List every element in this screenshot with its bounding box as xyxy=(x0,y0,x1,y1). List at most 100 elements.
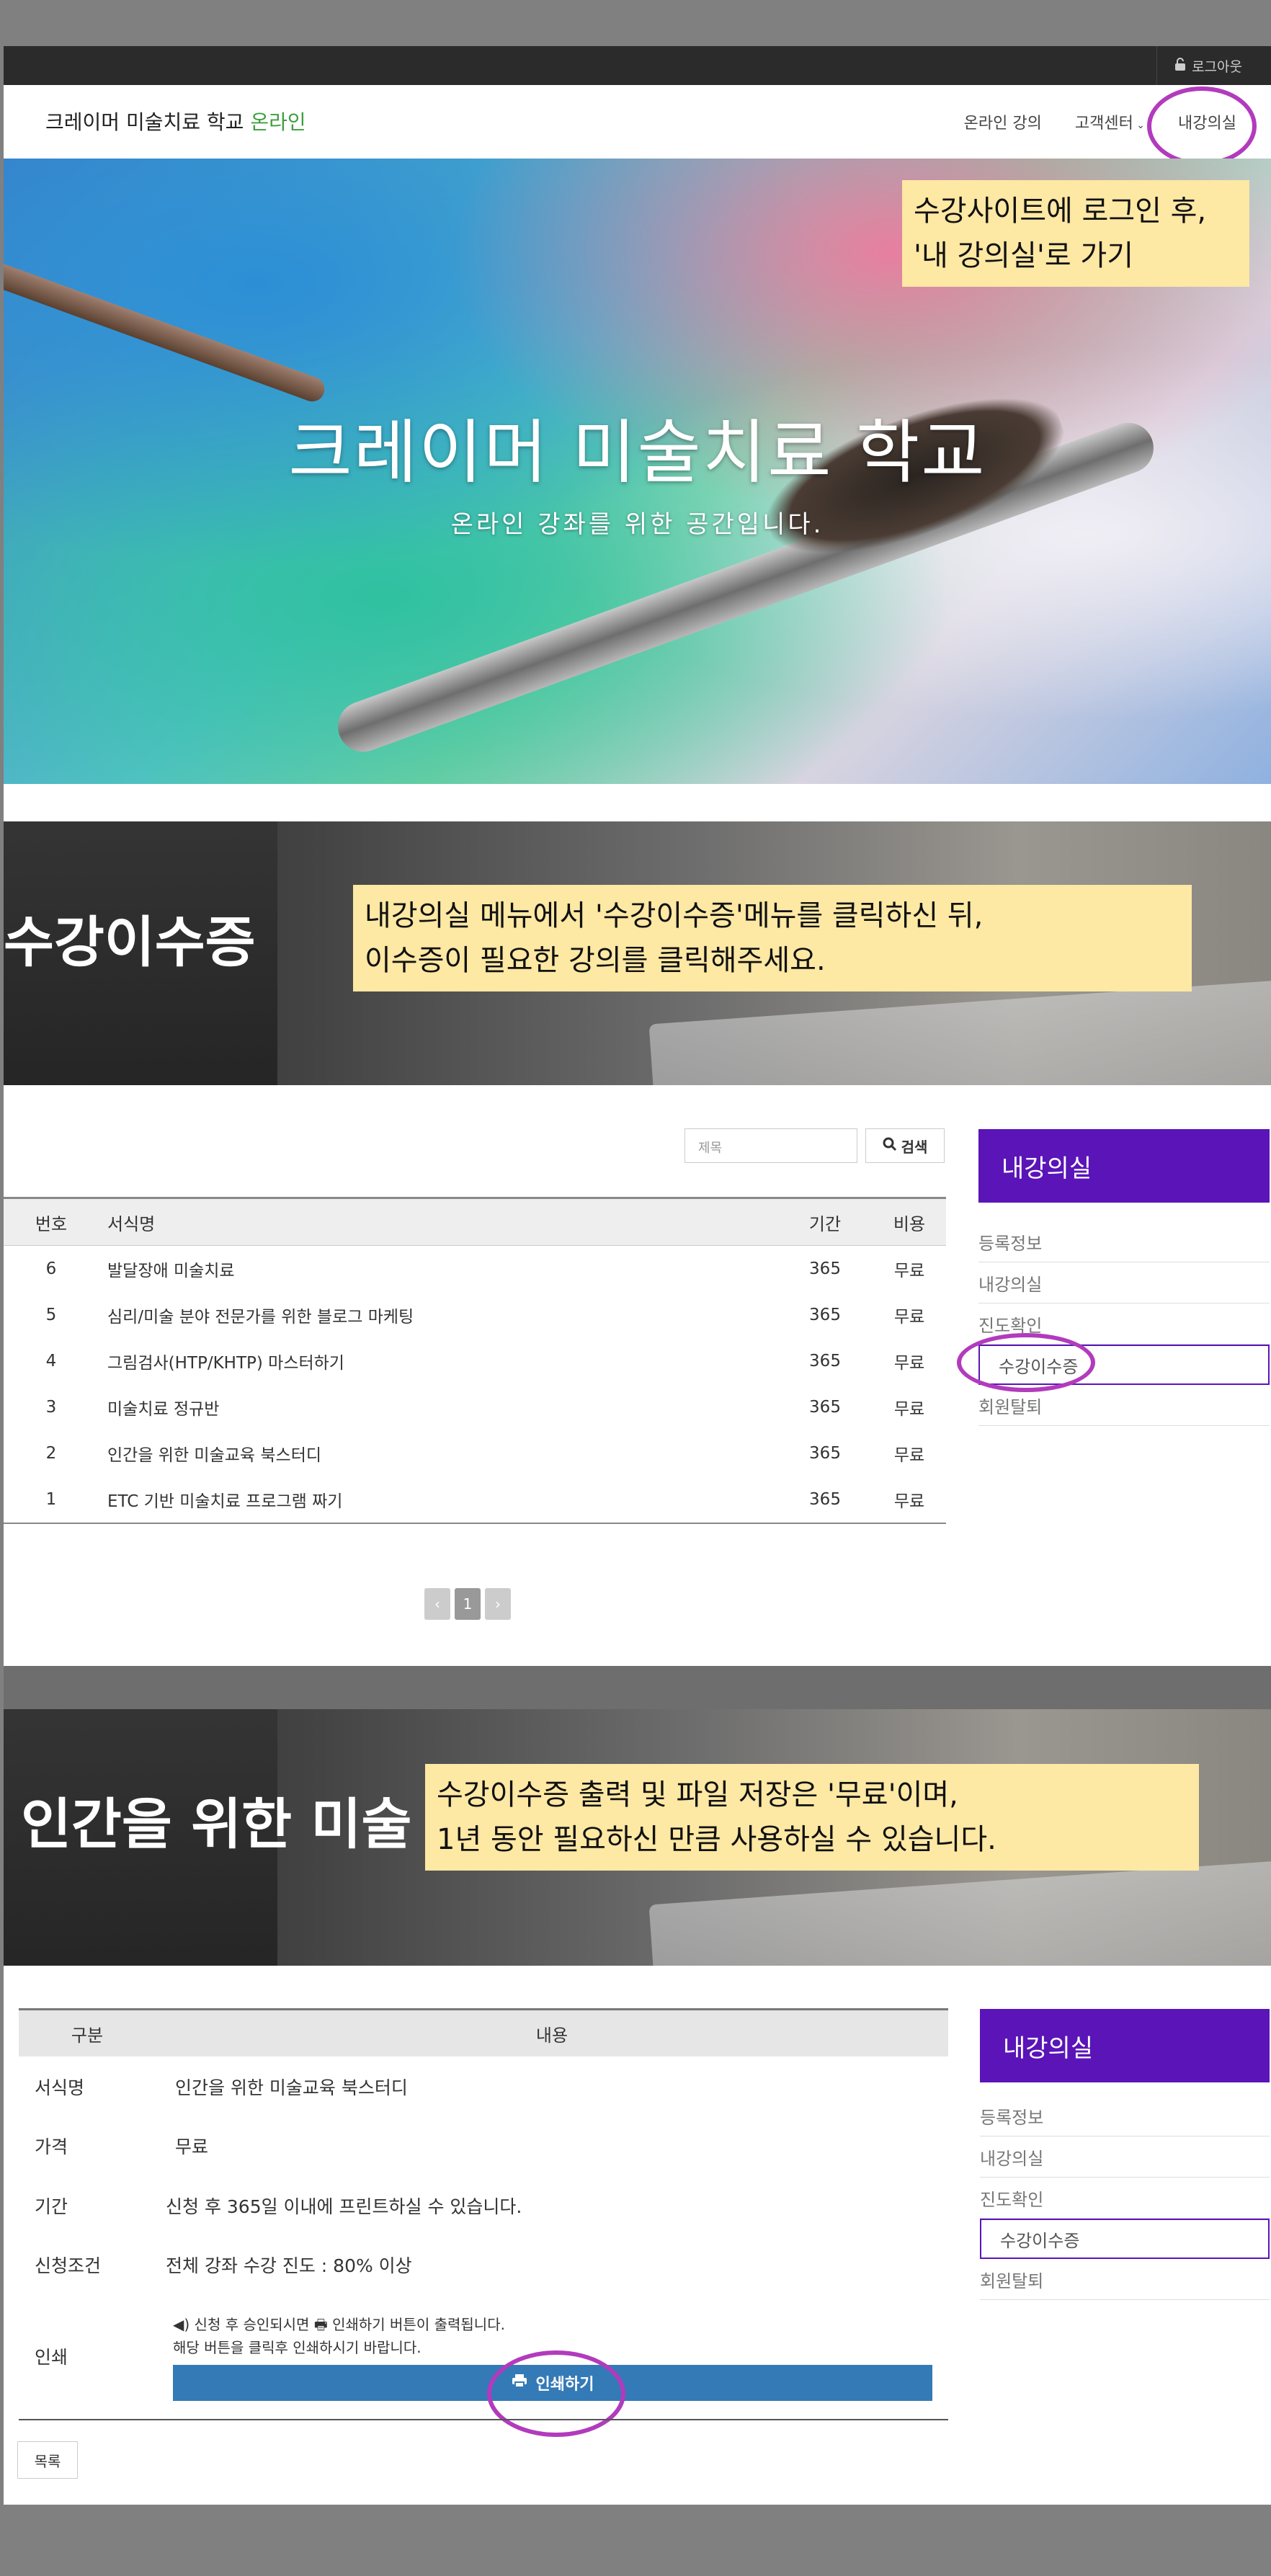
detail-label-price: 가격 xyxy=(35,2136,68,2157)
nav-online-lecture[interactable]: 온라인 강의 xyxy=(964,110,1042,133)
pager-next[interactable]: › xyxy=(485,1588,511,1620)
table-row[interactable]: 3 미술치료 정규반 365 무료 xyxy=(4,1384,946,1430)
nav-customer-center-label: 고객센터 xyxy=(1074,115,1133,133)
brand-name: 크레이머 미술치료 학교 xyxy=(45,110,244,134)
sidebar-title: 내강의실 xyxy=(978,1129,1270,1203)
row-cost: 무료 xyxy=(893,1262,925,1280)
certificate-table: 번호 서식명 기간 비용 6 발달장애 미술치료 365 무료 5 심리/미술 … xyxy=(4,1197,946,1524)
row-cost: 무료 xyxy=(893,1446,925,1465)
col-header-period: 기간 xyxy=(777,1197,873,1246)
sidebar-item-my-classroom[interactable]: 내강의실 xyxy=(978,1262,1270,1303)
search-input[interactable]: 제목 xyxy=(684,1128,857,1163)
logout-label: 로그아웃 xyxy=(1192,58,1242,75)
row-period: 365 xyxy=(809,1444,841,1463)
search-button[interactable]: 검색 xyxy=(865,1128,945,1163)
detail-label-name: 서식명 xyxy=(35,2077,85,2098)
main-navbar: 크레이머 미술치료 학교 온라인 온라인 강의 고객센터 ⌄ 내강의실 xyxy=(4,85,1271,159)
detail-label-period: 기간 xyxy=(35,2196,68,2217)
detail-table-bottom-border xyxy=(19,2419,948,2420)
row-cost: 무료 xyxy=(893,1400,925,1419)
hero-title: 크레이머 미술치료 학교 xyxy=(288,412,986,493)
row-no: 3 xyxy=(45,1398,57,1417)
printer-icon: 🖶 xyxy=(313,2316,328,2333)
print-info: ◀) 신청 후 승인되시면 🖶 인쇄하기 버튼이 출력됩니다. 해당 버튼을 클… xyxy=(173,2313,505,2359)
sidebar-item-registration[interactable]: 등록정보 xyxy=(978,1221,1270,1262)
detail-table-header: 구분 내용 xyxy=(19,2008,948,2056)
row-period: 365 xyxy=(809,1260,841,1278)
sidebar-my-classroom-2: 내강의실 등록정보 내강의실 진도확인 수강이수증 회원탈퇴 xyxy=(980,2009,1270,2300)
row-cost: 무료 xyxy=(873,1476,946,1524)
detail-value-period: 신청 후 365일 이내에 프린트하실 수 있습니다. xyxy=(166,2196,522,2217)
row-name[interactable]: ETC 기반 미술치료 프로그램 짜기 xyxy=(99,1476,777,1524)
highlight-circle-print xyxy=(487,2350,625,2437)
note-print-line2: 1년 동안 필요하신 만큼 사용하실 수 있습니다. xyxy=(437,1823,996,1856)
pagination: ‹ 1 › xyxy=(424,1588,511,1620)
col-header-no: 번호 xyxy=(4,1197,99,1246)
keyboard-image xyxy=(648,1859,1271,1966)
table-row[interactable]: 5 심리/미술 분야 전문가를 위한 블로그 마케팅 365 무료 xyxy=(4,1292,946,1338)
print-info-line1: ◀) 신청 후 승인되시면 🖶 인쇄하기 버튼이 출력됩니다. xyxy=(173,2313,505,2336)
brush-image xyxy=(4,254,329,405)
sidebar-item-registration[interactable]: 등록정보 xyxy=(980,2095,1270,2136)
detail-header-category: 구분 xyxy=(71,2025,104,2046)
note-print-line1: 수강이수증 출력 및 파일 저장은 '무료'이며, xyxy=(437,1778,958,1811)
row-name[interactable]: 발달장애 미술치료 xyxy=(99,1246,777,1293)
unlock-icon xyxy=(1174,57,1186,74)
pager-prev[interactable]: ‹ xyxy=(424,1588,450,1620)
table-row[interactable]: 4 그림검사(HTP/KHTP) 마스터하기 365 무료 xyxy=(4,1338,946,1384)
top-utility-bar: 로그아웃 xyxy=(4,46,1271,85)
note-menu-line2: 이수증이 필요한 강의를 클릭해주세요. xyxy=(365,944,826,977)
detail-value-price: 무료 xyxy=(175,2136,209,2157)
detail-header-content: 내용 xyxy=(535,2025,568,2046)
col-header-cost: 비용 xyxy=(873,1197,946,1246)
brand-accent: 온라인 xyxy=(250,110,306,134)
note-login: 수강사이트에 로그인 후, '내 강의실'로 가기 xyxy=(902,180,1249,287)
pager-page-1[interactable]: 1 xyxy=(455,1588,481,1620)
detail-value-name: 인간을 위한 미술교육 북스터디 xyxy=(175,2077,408,2098)
print-info-line1a: 신청 후 승인되시면 xyxy=(194,2316,310,2333)
highlight-circle-certificate xyxy=(957,1333,1095,1392)
sidebar-item-progress[interactable]: 진도확인 xyxy=(980,2178,1270,2219)
banner-title: 인간을 위한 미술 xyxy=(21,1792,412,1856)
row-no: 6 xyxy=(45,1260,57,1278)
nav-customer-center[interactable]: 고객센터 ⌄ xyxy=(1075,110,1145,133)
highlight-circle-my-classroom xyxy=(1147,86,1257,166)
note-menu-line1: 내강의실 메뉴에서 '수강이수증'메뉴를 클릭하신 뒤, xyxy=(365,899,984,932)
print-info-line1b: 인쇄하기 버튼이 출력됩니다. xyxy=(332,2316,505,2333)
row-no: 2 xyxy=(45,1444,57,1463)
row-cost: 무료 xyxy=(893,1308,925,1327)
row-period: 365 xyxy=(809,1352,841,1371)
detail-label-print: 인쇄 xyxy=(35,2347,68,2368)
site-brand[interactable]: 크레이머 미술치료 학교 온라인 xyxy=(45,107,306,135)
row-no: 4 xyxy=(45,1352,57,1371)
table-row[interactable]: 2 인간을 위한 미술교육 북스터디 365 무료 xyxy=(4,1430,946,1476)
sidebar-title: 내강의실 xyxy=(980,2009,1270,2082)
section-gap xyxy=(4,1666,1271,1709)
sidebar-item-withdraw[interactable]: 회원탈퇴 xyxy=(980,2259,1270,2300)
keyboard-image xyxy=(648,979,1271,1085)
row-period: 365 xyxy=(809,1398,841,1417)
row-name[interactable]: 그림검사(HTP/KHTP) 마스터하기 xyxy=(99,1338,777,1384)
note-login-line2: '내 강의실'로 가기 xyxy=(914,239,1134,272)
sidebar-item-certificate[interactable]: 수강이수증 xyxy=(980,2219,1270,2259)
note-login-line1: 수강사이트에 로그인 후, xyxy=(914,195,1207,228)
col-header-name: 서식명 xyxy=(99,1197,777,1246)
row-period: 365 xyxy=(809,1306,841,1324)
detail-label-condition: 신청조건 xyxy=(35,2255,102,2276)
logout-link[interactable]: 로그아웃 xyxy=(1156,46,1242,85)
row-no: 5 xyxy=(45,1306,57,1324)
row-name[interactable]: 미술치료 정규반 xyxy=(99,1384,777,1430)
section-gap xyxy=(4,784,1271,821)
list-button[interactable]: 목록 xyxy=(17,2441,78,2479)
search-button-label: 검색 xyxy=(901,1138,928,1156)
row-cost: 무료 xyxy=(893,1354,925,1373)
sidebar-item-my-classroom[interactable]: 내강의실 xyxy=(980,2136,1270,2178)
banner-title: 수강이수증 xyxy=(4,910,256,974)
note-print: 수강이수증 출력 및 파일 저장은 '무료'이며, 1년 동안 필요하신 만큼 … xyxy=(425,1764,1199,1871)
print-info-line2: 해당 버튼을 클릭후 인쇄하시기 바랍니다. xyxy=(173,2339,422,2356)
table-row[interactable]: 6 발달장애 미술치료 365 무료 xyxy=(4,1246,946,1293)
note-menu: 내강의실 메뉴에서 '수강이수증'메뉴를 클릭하신 뒤, 이수증이 필요한 강의… xyxy=(353,885,1192,991)
row-name[interactable]: 심리/미술 분야 전문가를 위한 블로그 마케팅 xyxy=(99,1292,777,1338)
table-row[interactable]: 1 ETC 기반 미술치료 프로그램 짜기 365 무료 xyxy=(4,1476,946,1524)
row-name[interactable]: 인간을 위한 미술교육 북스터디 xyxy=(99,1430,777,1476)
